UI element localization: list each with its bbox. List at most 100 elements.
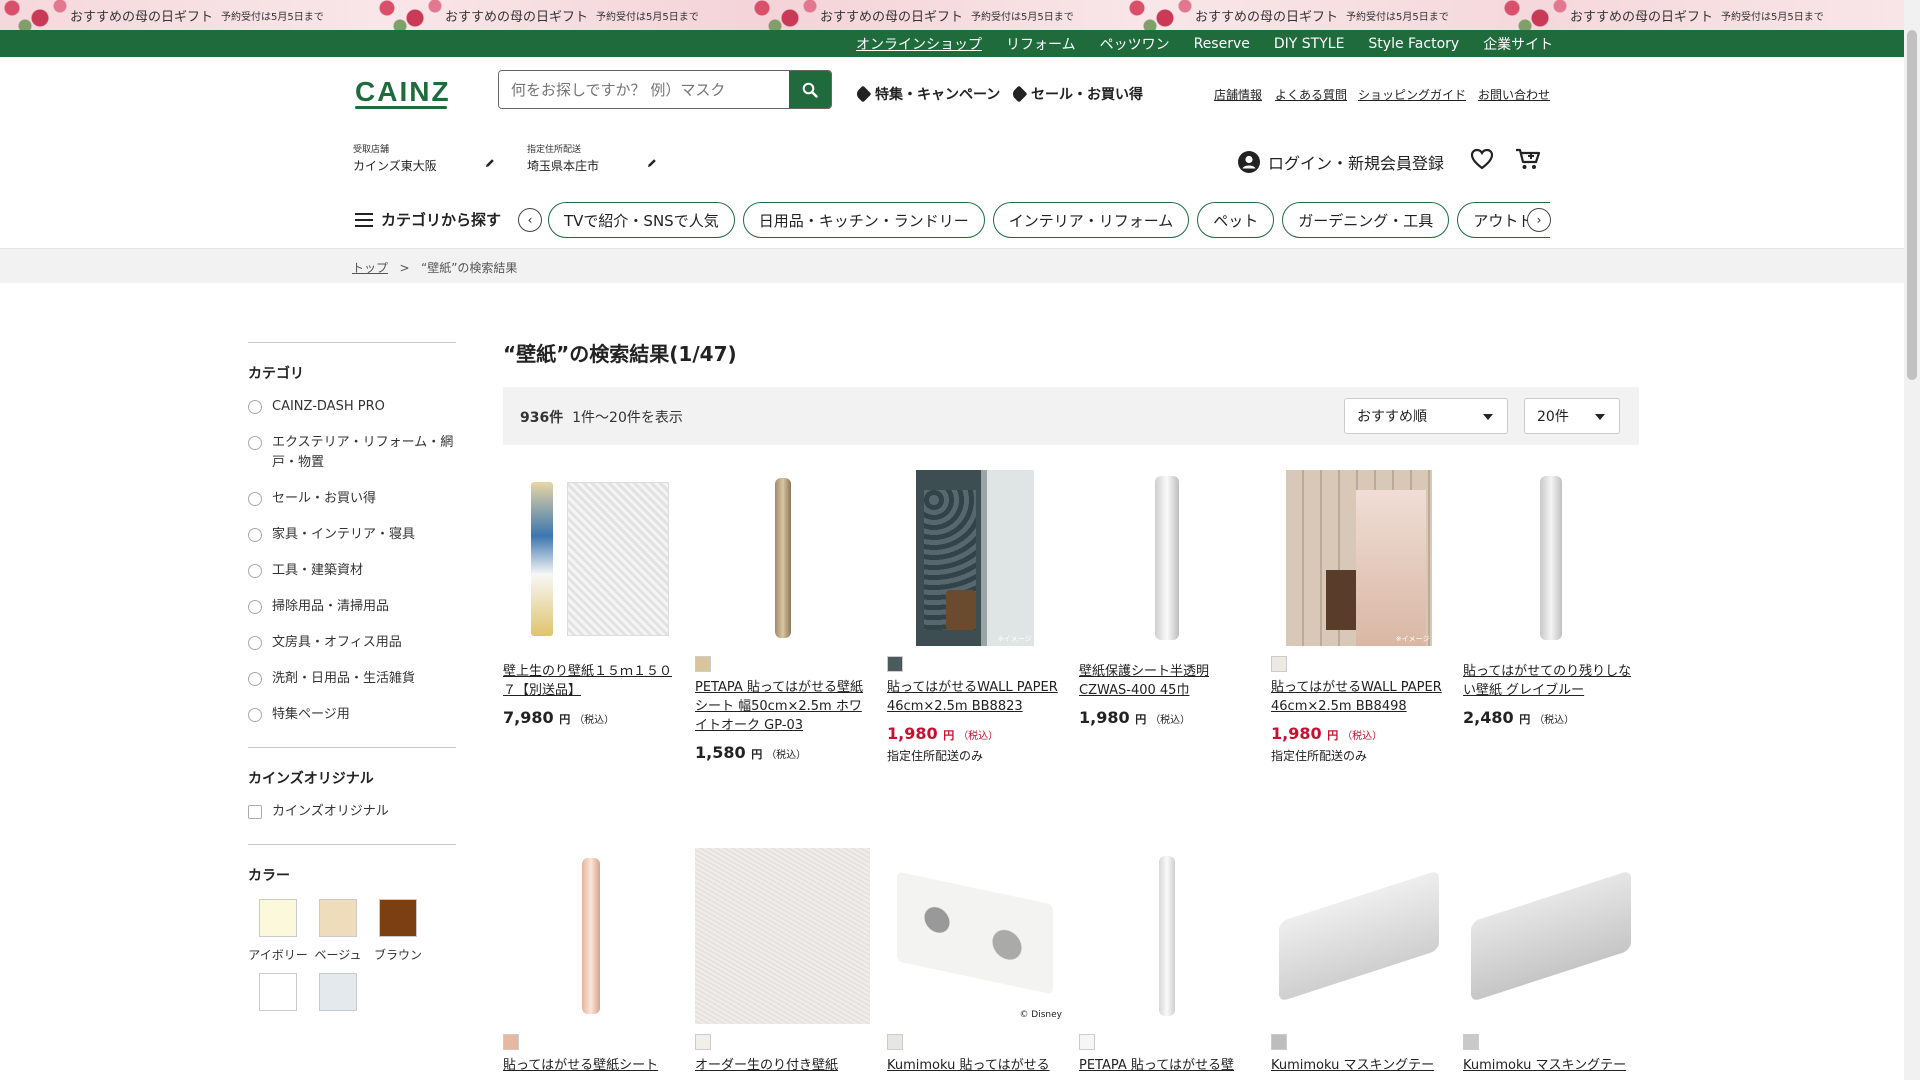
product-name-link[interactable]: 貼ってはがせてのり残りしない壁紙 グレイブルー: [1463, 662, 1638, 700]
product-image[interactable]: [1271, 848, 1446, 1024]
sale-link[interactable]: セール・お買い得: [1010, 84, 1143, 104]
product-card[interactable]: Kumimoku マスキングテー: [1271, 848, 1446, 1075]
color-swatch-box[interactable]: [259, 899, 297, 937]
color-swatch[interactable]: [308, 973, 368, 1021]
chip-prev-chevron-left-icon[interactable]: ‹: [518, 208, 542, 232]
color-swatch-box[interactable]: [259, 973, 297, 1011]
color-swatch[interactable]: [248, 973, 308, 1021]
category-filter-option[interactable]: 洗剤・日用品・生活雑貨: [248, 669, 456, 689]
radio-button[interactable]: [248, 672, 262, 686]
per-page-select[interactable]: 20件: [1524, 398, 1620, 434]
product-name-link[interactable]: PETAPA 貼ってはがせる壁紙シート 幅50cm×2.5m ホワイトオーク G…: [695, 678, 870, 735]
login-register-link[interactable]: ログイン・新規会員登録: [1238, 150, 1444, 174]
product-image[interactable]: [503, 470, 678, 646]
topnav-online-shop[interactable]: オンラインショップ: [856, 34, 982, 54]
chip-gardening-tools[interactable]: ガーデニング・工具: [1282, 202, 1450, 238]
product-card[interactable]: Kumimoku マスキングテー: [1463, 848, 1638, 1075]
category-filter-option[interactable]: 特集ページ用: [248, 705, 456, 725]
radio-button[interactable]: [248, 708, 262, 722]
sort-select[interactable]: おすすめ順: [1344, 398, 1508, 434]
category-filter-option[interactable]: 家具・インテリア・寝具: [248, 525, 456, 545]
promo-segment[interactable]: おすすめの母の日ギフト 予約受付は5月5日まで: [375, 0, 750, 30]
category-filter-option[interactable]: セール・お買い得: [248, 489, 456, 509]
product-name-link[interactable]: 貼ってはがせる壁紙シート: [503, 1056, 678, 1075]
contact-link[interactable]: お問い合わせ: [1478, 86, 1550, 103]
category-filter-option[interactable]: 文房具・オフィス用品: [248, 633, 456, 653]
category-filter-option[interactable]: 工具・建築資材: [248, 561, 456, 581]
product-color-swatch[interactable]: [1079, 1034, 1095, 1050]
color-swatch-box[interactable]: [379, 899, 417, 937]
promo-segment[interactable]: おすすめの母の日ギフト 予約受付は5月5日まで: [1500, 0, 1875, 30]
product-color-swatch[interactable]: [887, 1034, 903, 1050]
chip-next-chevron-right-icon[interactable]: ›: [1527, 208, 1551, 232]
topnav-reserve[interactable]: Reserve: [1194, 36, 1250, 52]
product-image[interactable]: ※イメージ: [1271, 470, 1446, 646]
radio-button[interactable]: [248, 564, 262, 578]
product-image[interactable]: [695, 470, 870, 646]
product-card[interactable]: 貼ってはがせる壁紙シート: [503, 848, 678, 1075]
product-name-link[interactable]: Kumimoku 貼ってはがせる: [887, 1056, 1062, 1075]
product-color-swatch[interactable]: [503, 1034, 519, 1050]
product-name-link[interactable]: PETAPA 貼ってはがせる壁: [1079, 1056, 1254, 1075]
store-info-link[interactable]: 店舗情報: [1214, 86, 1262, 103]
product-name-link[interactable]: 壁紙保護シート半透明 CZWAS-400 45巾: [1079, 662, 1254, 700]
promo-banner[interactable]: おすすめの母の日ギフト 予約受付は5月5日まで おすすめの母の日ギフト 予約受付は5月…: [0, 0, 1920, 30]
feature-campaign-link[interactable]: 特集・キャンペーン: [854, 84, 1000, 104]
product-name-link[interactable]: Kumimoku マスキングテー: [1271, 1056, 1446, 1075]
chip-interior-reform[interactable]: インテリア・リフォーム: [992, 202, 1190, 238]
topnav-reform[interactable]: リフォーム: [1006, 34, 1076, 54]
category-filter-option[interactable]: CAINZ-DASH PRO: [248, 397, 456, 417]
product-name-link[interactable]: オーダー生のり付き壁紙: [695, 1056, 870, 1075]
promo-segment[interactable]: おすすめの母の日ギフト 予約受付は5月5日まで: [1125, 0, 1500, 30]
checkbox[interactable]: [248, 805, 262, 819]
product-image[interactable]: [1463, 470, 1638, 646]
faq-link[interactable]: よくある質問: [1275, 86, 1347, 103]
category-menu-button[interactable]: カテゴリから探す: [355, 209, 501, 230]
product-card[interactable]: PETAPA 貼ってはがせる壁紙シート 幅50cm×2.5m ホワイトオーク G…: [695, 470, 870, 762]
category-filter-option[interactable]: 掃除用品・清掃用品: [248, 597, 456, 617]
color-swatch-box[interactable]: [319, 973, 357, 1011]
product-card[interactable]: オーダー生のり付き壁紙: [695, 848, 870, 1075]
page-scrollbar[interactable]: [1904, 0, 1920, 1080]
radio-button[interactable]: [248, 636, 262, 650]
search-input[interactable]: [499, 71, 789, 108]
product-name-link[interactable]: Kumimoku マスキングテー: [1463, 1056, 1638, 1075]
chip-pet[interactable]: ペット: [1197, 202, 1275, 238]
product-color-swatch[interactable]: [1463, 1034, 1479, 1050]
chip-tv-sns[interactable]: TVで紹介・SNSで人気: [548, 202, 735, 238]
product-image[interactable]: [1463, 848, 1638, 1024]
cainz-logo[interactable]: CAINZ: [355, 76, 451, 108]
color-swatch-box[interactable]: [319, 899, 357, 937]
radio-button[interactable]: [248, 400, 262, 414]
product-image[interactable]: [503, 848, 678, 1024]
original-filter-option[interactable]: カインズオリジナル: [248, 802, 456, 822]
product-color-swatch[interactable]: [887, 656, 903, 672]
product-card[interactable]: 壁紙保護シート半透明 CZWAS-400 45巾 1,980 円（税込）: [1079, 470, 1254, 727]
product-image[interactable]: ※イメージ: [887, 470, 1062, 646]
color-swatch[interactable]: アイボリー: [248, 899, 308, 963]
breadcrumb-home[interactable]: トップ: [352, 261, 388, 275]
search-button[interactable]: [789, 71, 831, 108]
radio-button[interactable]: [248, 436, 262, 450]
product-color-swatch[interactable]: [695, 1034, 711, 1050]
cart-icon[interactable]: [1515, 147, 1541, 171]
product-name-link[interactable]: 貼ってはがせるWALL PAPER 46cm×2.5m BB8823: [887, 678, 1062, 716]
product-name-link[interactable]: 壁上生のり壁紙１５ｍ１５０７【別送品】: [503, 662, 678, 700]
product-image[interactable]: [1079, 470, 1254, 646]
color-swatch[interactable]: ベージュ: [308, 899, 368, 963]
product-color-swatch[interactable]: [695, 656, 711, 672]
topnav-petsone[interactable]: ペッツワン: [1100, 34, 1170, 54]
shopping-guide-link[interactable]: ショッピングガイド: [1358, 86, 1466, 103]
scrollbar-thumb[interactable]: [1907, 30, 1917, 380]
product-image[interactable]: [1079, 848, 1254, 1024]
promo-segment[interactable]: おすすめの母の日ギフト 予約受付は5月5日まで: [750, 0, 1125, 30]
product-name-link[interactable]: 貼ってはがせるWALL PAPER 46cm×2.5m BB8498: [1271, 678, 1446, 716]
edit-store-pencil-icon[interactable]: [484, 157, 496, 169]
product-card[interactable]: ※イメージ 貼ってはがせるWALL PAPER 46cm×2.5m BB8498 1…: [1271, 470, 1446, 764]
product-card[interactable]: PETAPA 貼ってはがせる壁: [1079, 848, 1254, 1075]
topnav-style-factory[interactable]: Style Factory: [1368, 36, 1459, 52]
radio-button[interactable]: [248, 528, 262, 542]
product-card[interactable]: 壁上生のり壁紙１５ｍ１５０７【別送品】 7,980 円（税込）: [503, 470, 678, 727]
promo-segment[interactable]: おすすめの母の日ギフト 予約受付は5月5日まで: [0, 0, 375, 30]
chip-daily-kitchen[interactable]: 日用品・キッチン・ランドリー: [742, 202, 985, 238]
